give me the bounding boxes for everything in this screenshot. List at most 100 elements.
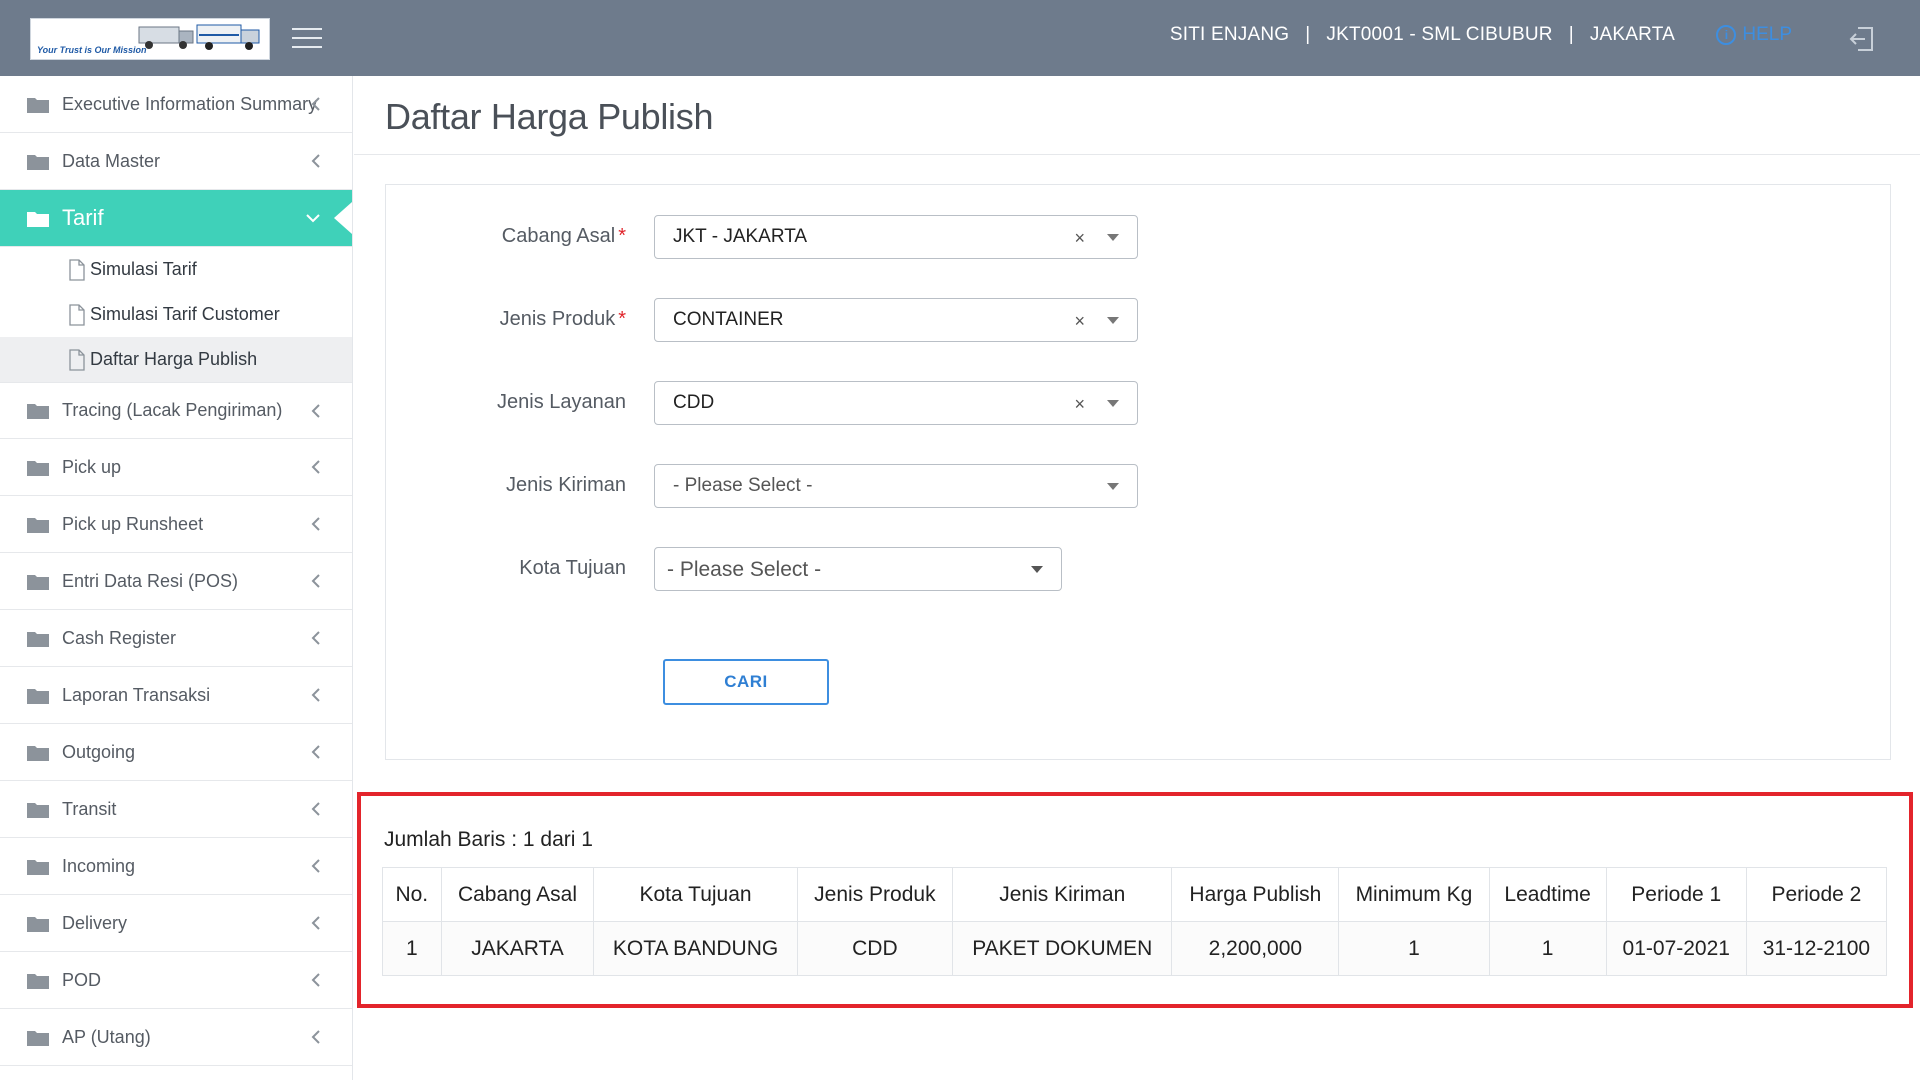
sidebar-item-label: Delivery (62, 912, 128, 933)
column-header[interactable]: Minimum Kg (1338, 867, 1490, 922)
logout-icon[interactable] (1848, 26, 1876, 57)
sidebar-item-pick-up-runsheet[interactable]: Pick up Runsheet (0, 496, 352, 553)
sidebar-item-laporan-transaksi[interactable]: Laporan Transaksi (0, 667, 352, 724)
form-row-jenis-kiriman: Jenis Kiriman - Please Select - (386, 464, 1892, 508)
column-header[interactable]: Harga Publish (1171, 867, 1340, 922)
page-title: Daftar Harga Publish (385, 96, 714, 137)
chevron-left-icon (311, 1030, 320, 1044)
sidebar-item-label: Transit (62, 798, 117, 819)
sidebar-item-tracing[interactable]: Tracing (Lacak Pengiriman) (0, 382, 352, 439)
chevron-left-icon (311, 631, 320, 645)
document-icon (69, 303, 85, 326)
top-bar: Your Trust is Our Mission SITI ENJANG | JK… (0, 0, 1920, 76)
sidebar-item-pod[interactable]: POD (0, 952, 352, 1009)
clear-icon[interactable]: × (1074, 228, 1085, 249)
cari-button[interactable]: CARI (663, 659, 829, 705)
sidebar-item-entri-data-resi[interactable]: Entri Data Resi (POS) (0, 553, 352, 610)
folder-icon (27, 517, 49, 533)
table-cell: 01-07-2021 (1605, 921, 1747, 976)
column-header[interactable]: Kota Tujuan (593, 867, 798, 922)
sidebar-subitem-label: Daftar Harga Publish (90, 349, 258, 369)
branch-name: JKT0001 - SML CIBUBUR (1326, 24, 1553, 45)
city-name: JAKARTA (1589, 24, 1675, 45)
caret-down-icon (1107, 317, 1119, 324)
sidebar-item-tarif[interactable]: Tarif (0, 190, 352, 247)
results-table: No. Cabang Asal Kota Tujuan Jenis Produk… (382, 867, 1888, 976)
sidebar-item-executive-information-summary[interactable]: Executive Information Summary (0, 76, 352, 133)
form-row-kota-tujuan: Kota Tujuan - Please Select - (386, 547, 1892, 591)
jenis-layanan-select[interactable]: CDD × (654, 381, 1138, 425)
column-header[interactable]: Leadtime (1488, 867, 1607, 922)
sidebar-item-label: Laporan Transaksi (62, 684, 211, 705)
jenis-kiriman-label: Jenis Kiriman (505, 474, 626, 496)
separator: | (1305, 24, 1311, 45)
sidebar-item-label: POD (62, 969, 102, 990)
chevron-left-icon (311, 403, 320, 418)
document-icon (69, 258, 85, 281)
table-row[interactable]: 1 JAKARTA KOTA BANDUNG CDD PAKET DOKUMEN… (382, 921, 1888, 976)
form-row-jenis-layanan: Jenis Layanan CDD × (386, 381, 1892, 425)
chevron-left-icon (311, 154, 320, 168)
kota-tujuan-select[interactable]: - Please Select - (654, 547, 1062, 591)
help-link[interactable]: i HELP (1716, 24, 1792, 46)
sidebar-item-label: Executive Information Summary (62, 93, 318, 114)
sidebar-subitem-simulasi-tarif[interactable]: Simulasi Tarif (0, 247, 352, 292)
column-header[interactable]: No. (382, 867, 442, 922)
separator: | (1568, 24, 1574, 45)
help-label: HELP (1742, 24, 1792, 45)
sidebar-subitem-simulasi-tarif-customer[interactable]: Simulasi Tarif Customer (0, 292, 352, 337)
info-icon: i (1716, 25, 1737, 45)
folder-open-icon (27, 211, 49, 227)
jenis-layanan-value: CDD (673, 392, 715, 413)
caret-down-icon (1107, 400, 1119, 407)
sidebar-item-ap-utang[interactable]: AP (Utang) (0, 1009, 352, 1066)
clear-icon[interactable]: × (1074, 311, 1085, 332)
sidebar-subitem-label: Simulasi Tarif (90, 259, 197, 279)
search-form: Cabang Asal * JKT - JAKARTA × Jenis Produ… (385, 184, 1891, 760)
jenis-produk-select[interactable]: CONTAINER × (654, 298, 1138, 342)
sidebar-item-outgoing[interactable]: Outgoing (0, 724, 352, 781)
menu-toggle-icon[interactable] (292, 28, 322, 50)
folder-icon (27, 688, 49, 704)
sidebar-item-transit[interactable]: Transit (0, 781, 352, 838)
sidebar-item-cash-register[interactable]: Cash Register (0, 610, 352, 667)
sidebar-item-incoming[interactable]: Incoming (0, 838, 352, 895)
column-header[interactable]: Jenis Produk (796, 867, 954, 922)
table-cell: 1 (382, 921, 442, 976)
column-header[interactable]: Periode 2 (1745, 867, 1888, 922)
caret-down-icon (1107, 234, 1119, 241)
sidebar-item-label: Incoming (62, 855, 136, 876)
column-header[interactable]: Periode 1 (1605, 867, 1747, 922)
chevron-down-icon (306, 214, 320, 223)
table-cell: 1 (1338, 921, 1490, 976)
required-mark: * (618, 308, 626, 330)
table-cell: KOTA BANDUNG (593, 921, 798, 976)
chevron-left-icon (311, 97, 320, 111)
folder-icon (27, 745, 49, 761)
folder-icon (27, 574, 49, 590)
sidebar-item-label: Entri Data Resi (POS) (62, 570, 239, 591)
required-mark: * (618, 225, 626, 247)
folder-icon (27, 97, 49, 113)
column-header[interactable]: Jenis Kiriman (952, 867, 1173, 922)
folder-icon (27, 916, 49, 932)
sidebar-subitem-label: Simulasi Tarif Customer (90, 304, 280, 324)
folder-icon (27, 1030, 49, 1046)
jenis-kiriman-select[interactable]: - Please Select - (654, 464, 1138, 508)
logo-tagline: Your Trust is Our Mission (37, 45, 147, 55)
sidebar: Executive Information Summary Data Maste… (0, 76, 353, 1080)
cabang-asal-select[interactable]: JKT - JAKARTA × (654, 215, 1138, 259)
column-header[interactable]: Cabang Asal (440, 867, 595, 922)
chevron-left-icon (311, 802, 320, 816)
sidebar-item-label: Pick up Runsheet (62, 513, 204, 534)
sidebar-subitem-daftar-harga-publish[interactable]: Daftar Harga Publish (0, 337, 352, 382)
jenis-produk-value: CONTAINER (673, 309, 784, 330)
sidebar-item-pick-up[interactable]: Pick up (0, 439, 352, 496)
main-content: Daftar Harga Publish Cabang Asal * JKT - … (354, 76, 1920, 1080)
jenis-layanan-label: Jenis Layanan (497, 391, 626, 413)
clear-icon[interactable]: × (1074, 394, 1085, 415)
sidebar-item-data-master[interactable]: Data Master (0, 133, 352, 190)
company-logo[interactable]: Your Trust is Our Mission (30, 18, 270, 60)
sidebar-item-delivery[interactable]: Delivery (0, 895, 352, 952)
sidebar-item-label: Pick up (62, 456, 122, 477)
